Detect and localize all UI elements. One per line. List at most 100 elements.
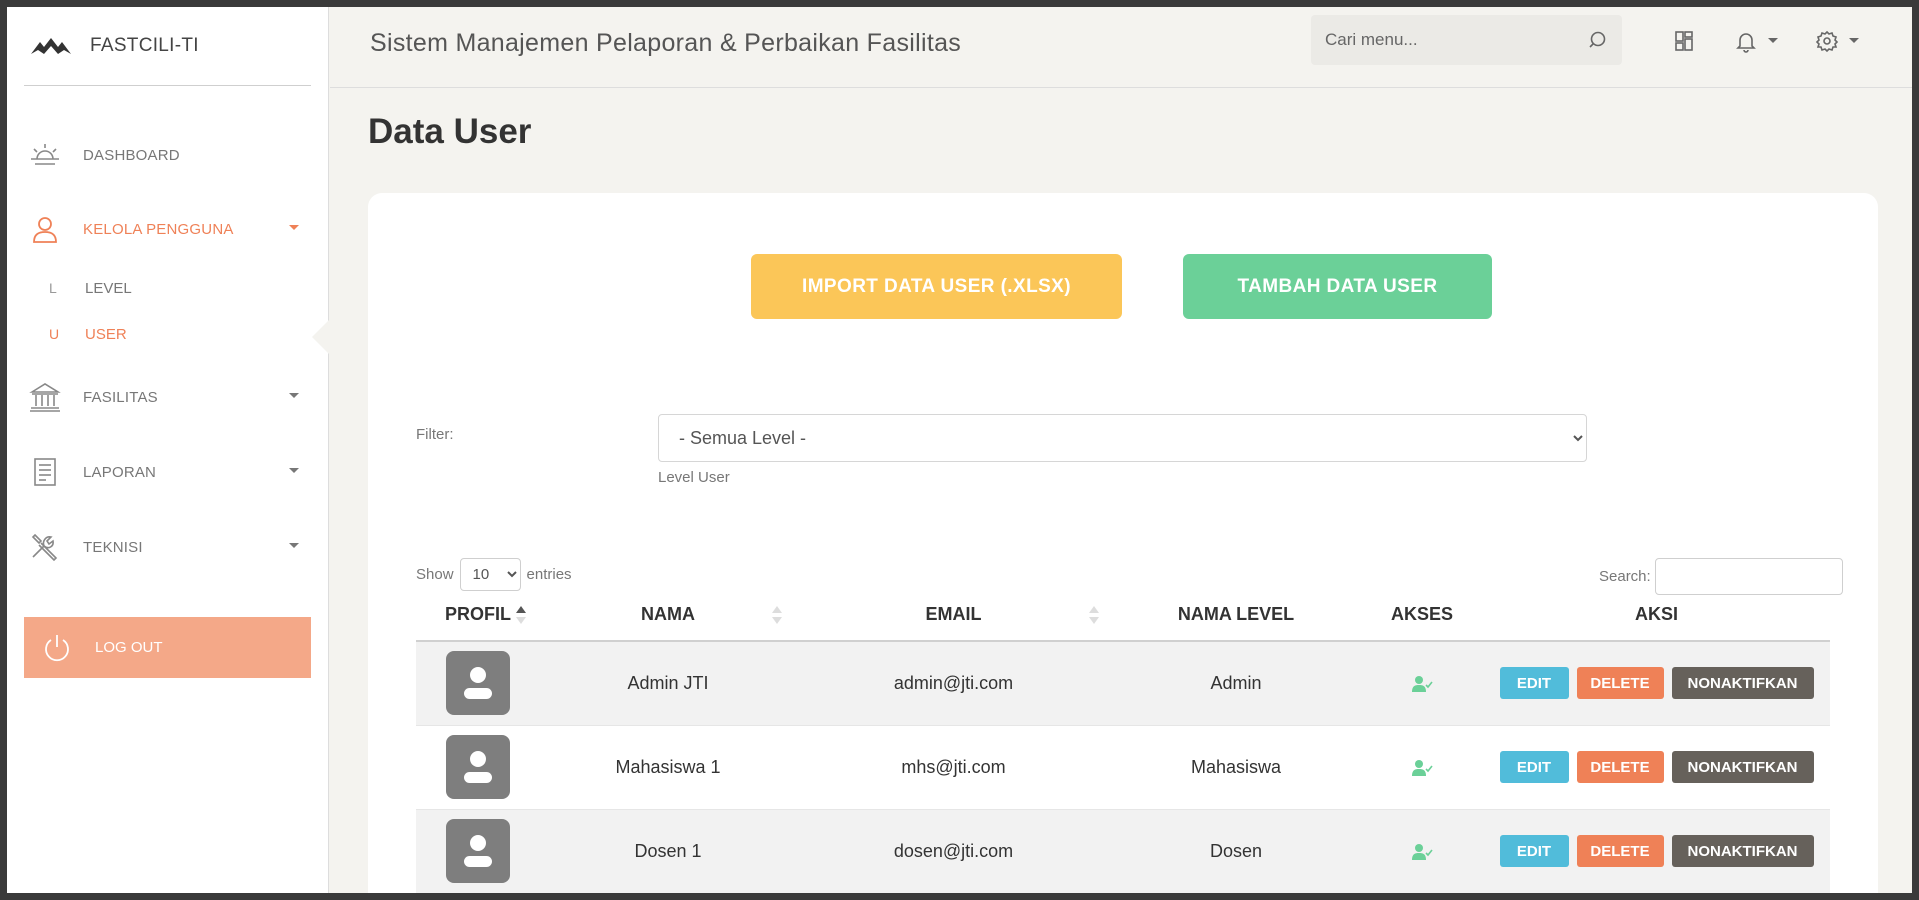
profil-cell bbox=[416, 809, 540, 893]
level-cell: Dosen bbox=[1111, 809, 1361, 893]
menu-search-input[interactable] bbox=[1311, 30, 1571, 50]
brand[interactable]: FASTCILI-TI bbox=[24, 7, 311, 86]
sidebar-subitem-user[interactable]: U USER bbox=[49, 322, 127, 346]
chevron-down-icon bbox=[289, 225, 299, 230]
sidebar-item-fasilitas[interactable]: FASILITAS bbox=[29, 377, 311, 417]
table-row: Dosen 1 dosen@jti.com Dosen EDIT DELETE NO… bbox=[416, 809, 1830, 893]
avatar bbox=[446, 651, 510, 716]
deactivate-button[interactable]: NONAKTIFKAN bbox=[1671, 751, 1814, 783]
user-check-icon bbox=[1412, 676, 1433, 692]
akses-cell bbox=[1361, 809, 1483, 893]
import-user-button[interactable]: IMPORT DATA USER (.XLSX) bbox=[751, 254, 1122, 319]
logout-label: LOG OUT bbox=[95, 639, 163, 656]
profil-cell bbox=[416, 725, 540, 810]
delete-button[interactable]: DELETE bbox=[1576, 667, 1664, 700]
bell-icon[interactable] bbox=[1734, 29, 1758, 53]
sidebar-item-label: FASILITAS bbox=[83, 388, 158, 406]
search-icon[interactable] bbox=[1588, 30, 1608, 50]
sidebar-item-dashboard[interactable]: DASHBOARD bbox=[29, 135, 311, 175]
avatar bbox=[446, 735, 510, 799]
chevron-down-icon bbox=[289, 393, 299, 398]
sidebar-item-teknisi[interactable]: TEKNISI bbox=[29, 527, 311, 567]
aksi-cell: EDIT DELETE NONAKTIFKAN bbox=[1483, 725, 1830, 810]
sunrise-icon bbox=[29, 139, 61, 171]
sort-asc-icon bbox=[516, 606, 526, 624]
active-indicator bbox=[312, 319, 330, 355]
deactivate-button[interactable]: NONAKTIFKAN bbox=[1671, 835, 1814, 867]
logout-button[interactable]: LOG OUT bbox=[24, 617, 311, 678]
edit-button[interactable]: EDIT bbox=[1499, 751, 1569, 783]
show-label: Show bbox=[416, 566, 454, 583]
mountain-logo-icon bbox=[31, 38, 71, 54]
delete-button[interactable]: DELETE bbox=[1576, 835, 1664, 867]
sidebar-item-label: TEKNISI bbox=[83, 538, 143, 556]
document-icon bbox=[29, 456, 61, 488]
topbar: Sistem Manajemen Pelaporan & Perbaikan F… bbox=[330, 7, 1912, 88]
column-header-label: NAMA bbox=[641, 603, 695, 624]
avatar bbox=[446, 819, 510, 883]
user-avatar-icon bbox=[464, 667, 492, 700]
gear-icon[interactable] bbox=[1815, 29, 1839, 53]
akses-cell bbox=[1361, 725, 1483, 810]
user-check-icon bbox=[1412, 759, 1433, 776]
delete-button[interactable]: DELETE bbox=[1576, 751, 1664, 783]
menu-search bbox=[1311, 15, 1622, 65]
chevron-down-icon[interactable] bbox=[1849, 38, 1859, 43]
sub-mini-label: L bbox=[49, 280, 57, 296]
column-header-nama[interactable]: NAMA bbox=[540, 588, 796, 642]
page-length-control: Show 10 entries bbox=[416, 558, 572, 591]
search-label: Search: bbox=[1599, 568, 1651, 585]
nama-cell: Dosen 1 bbox=[540, 809, 796, 893]
table-row: Admin JTI admin@jti.com Admin EDIT DELETE… bbox=[416, 641, 1830, 726]
edit-button[interactable]: EDIT bbox=[1499, 835, 1569, 867]
column-header-profil[interactable]: PROFIL bbox=[416, 588, 540, 642]
column-header-email[interactable]: EMAIL bbox=[796, 588, 1111, 642]
sidebar: FASTCILI-TI DASHBOARD KELOLA PENGGUNA L … bbox=[7, 7, 329, 893]
column-header-nama-level: NAMA LEVEL bbox=[1111, 588, 1361, 642]
sub-label: LEVEL bbox=[85, 279, 132, 297]
aksi-cell: EDIT DELETE NONAKTIFKAN bbox=[1483, 641, 1830, 726]
sidebar-subitem-level[interactable]: L LEVEL bbox=[49, 276, 132, 300]
chevron-down-icon[interactable] bbox=[1768, 38, 1778, 43]
sort-icon bbox=[772, 606, 782, 624]
app-title: Sistem Manajemen Pelaporan & Perbaikan F… bbox=[370, 29, 962, 57]
column-header-aksi: AKSI bbox=[1483, 588, 1830, 642]
sidebar-item-laporan[interactable]: LAPORAN bbox=[29, 452, 311, 492]
user-card: IMPORT DATA USER (.XLSX) TAMBAH DATA USE… bbox=[368, 193, 1878, 893]
brand-name: FASTCILI-TI bbox=[90, 35, 199, 56]
nama-cell: Admin JTI bbox=[540, 641, 796, 726]
table-row: Mahasiswa 1 mhs@jti.com Mahasiswa EDIT DE… bbox=[416, 725, 1830, 810]
deactivate-button[interactable]: NONAKTIFKAN bbox=[1671, 667, 1814, 700]
column-header-label: PROFIL bbox=[445, 603, 511, 624]
user-check-icon bbox=[1412, 843, 1433, 860]
email-cell: mhs@jti.com bbox=[796, 725, 1111, 810]
level-cell: Mahasiswa bbox=[1111, 725, 1361, 810]
sub-mini-label: U bbox=[49, 326, 60, 342]
page-title: Data User bbox=[368, 112, 532, 151]
chevron-down-icon bbox=[289, 468, 299, 473]
dashboard-layout-icon[interactable] bbox=[1672, 29, 1696, 53]
page-length-select[interactable]: 10 bbox=[459, 558, 521, 591]
sidebar-item-kelola-pengguna[interactable]: KELOLA PENGGUNA bbox=[29, 209, 311, 249]
add-user-button[interactable]: TAMBAH DATA USER bbox=[1183, 254, 1492, 319]
email-cell: admin@jti.com bbox=[796, 641, 1111, 726]
users-table: PROFIL NAMA EMAIL NAMA LEVEL AKSES AKSI … bbox=[416, 588, 1830, 893]
sidebar-item-label: DASHBOARD bbox=[83, 146, 180, 164]
user-icon bbox=[29, 213, 61, 245]
sidebar-item-label: KELOLA PENGGUNA bbox=[83, 220, 234, 238]
table-header-row: PROFIL NAMA EMAIL NAMA LEVEL AKSES AKSI bbox=[416, 588, 1830, 642]
akses-cell bbox=[1361, 641, 1483, 726]
chevron-down-icon bbox=[289, 543, 299, 548]
filter-help-text: Level User bbox=[658, 469, 730, 486]
level-filter-select[interactable]: - Semua Level - bbox=[658, 414, 1587, 462]
aksi-cell: EDIT DELETE NONAKTIFKAN bbox=[1483, 809, 1830, 893]
column-header-akses: AKSES bbox=[1361, 588, 1483, 642]
sidebar-item-label: LAPORAN bbox=[83, 463, 157, 481]
user-avatar-icon bbox=[464, 751, 492, 783]
nama-cell: Mahasiswa 1 bbox=[540, 725, 796, 810]
column-header-label: EMAIL bbox=[925, 603, 982, 624]
profil-cell bbox=[416, 641, 540, 726]
filter-label: Filter: bbox=[416, 426, 454, 443]
bank-icon bbox=[29, 381, 61, 413]
edit-button[interactable]: EDIT bbox=[1499, 667, 1569, 700]
